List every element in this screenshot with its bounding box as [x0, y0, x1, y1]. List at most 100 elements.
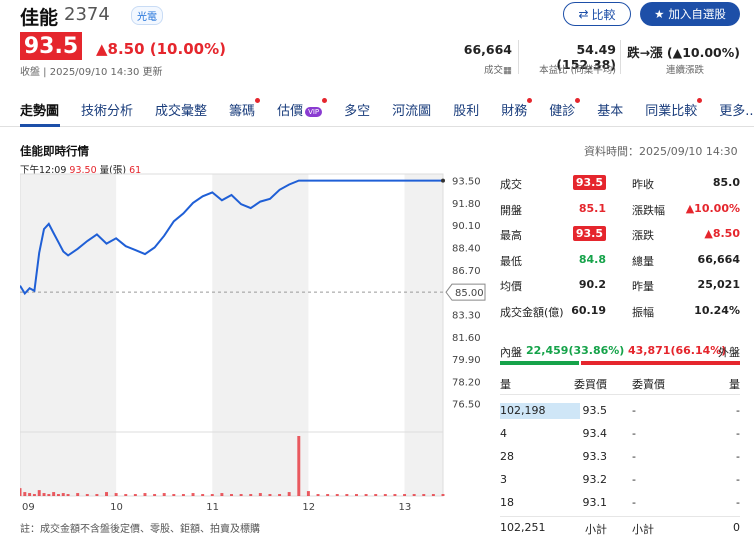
orderbook-cell: 18 — [500, 496, 514, 509]
volume-bar — [412, 494, 416, 496]
volume-bar — [210, 494, 214, 496]
tab-8[interactable]: 財務 — [501, 98, 533, 122]
tab-6[interactable]: 河流圖 — [392, 100, 431, 122]
volume-bar — [42, 493, 46, 496]
volume-bar — [76, 493, 80, 496]
volume-bar — [181, 494, 185, 496]
industry-tag[interactable]: 光電 — [131, 6, 163, 25]
quote-value: 85.1 — [532, 202, 606, 215]
footnote: 註：成交金額不含盤後定價、零股、鉅額、拍賣及標購 — [20, 524, 260, 535]
quote-value: 84.8 — [532, 253, 606, 266]
y-tick-label: 76.50 — [452, 400, 481, 411]
tab-4[interactable]: 估價 VIP — [277, 98, 328, 122]
quote-label: 振幅 — [632, 305, 654, 319]
orderbook-cell: - — [736, 450, 740, 463]
quote-value: ▲8.50 — [672, 227, 740, 240]
quote-label: 均價 — [500, 280, 522, 293]
outer-label: 外盤 — [718, 346, 740, 359]
quote-value-text: 90.2 — [578, 278, 606, 291]
tab-10[interactable]: 基本 — [597, 100, 623, 122]
orderbook-cell: 93.3 — [582, 450, 608, 463]
volume-bar — [220, 493, 224, 496]
tab-label: 多空 — [344, 104, 371, 119]
orderbook-cell: 93.4 — [582, 427, 608, 440]
volume-bar — [345, 494, 349, 496]
volume-bar — [133, 494, 137, 496]
tab-label: 健診 — [549, 104, 576, 119]
quote-label: 漲跌幅 — [632, 203, 665, 217]
last-price-point — [441, 178, 445, 183]
quote-label: 總量 — [632, 254, 654, 268]
tab-3[interactable]: 籌碼 — [229, 98, 261, 122]
outer-value: 43,871(66.14%) — [628, 344, 727, 357]
quote-value-text: ▲10.00% — [685, 201, 740, 215]
quote-value: ▲10.00% — [672, 202, 740, 215]
tab-0[interactable]: 走勢圖 — [20, 100, 59, 122]
notification-dot — [575, 98, 581, 103]
y-tick-label: 91.80 — [452, 199, 481, 210]
tab-label: 股利 — [453, 104, 480, 119]
volume-bar — [124, 494, 128, 496]
tab-label: 成交彙整 — [155, 104, 208, 119]
volume-bar — [230, 494, 233, 496]
orderbook-cell: 3 — [500, 473, 507, 486]
tab-label: 更多... — [719, 104, 754, 119]
volume-bar — [114, 493, 118, 496]
volume-bar — [393, 494, 397, 496]
tab-label: 估價 — [277, 104, 304, 119]
orderbook-cell: 93.1 — [582, 496, 608, 509]
orderbook-header: 量 — [500, 378, 511, 391]
tab-9[interactable]: 健診 — [549, 98, 581, 122]
tab-12[interactable]: 更多... — [719, 100, 754, 122]
intraday-chart[interactable]: 93.50 91.80 90.10 88.40 86.70 83.30 81.60 79.90… — [20, 170, 490, 520]
orderbook-cell: - — [736, 404, 740, 417]
quote-value-text: 85.1 — [578, 201, 606, 215]
quote-label: 最低 — [500, 254, 522, 268]
volume-bar — [37, 490, 41, 496]
orderbook-cell: 28 — [500, 450, 514, 463]
volume-bar — [201, 494, 205, 496]
volume-bar — [335, 494, 339, 496]
notification-dot — [255, 98, 261, 103]
price-change: ▲8.50 (10.00%) — [96, 40, 226, 58]
tab-bar: 走勢圖 技術分析 成交彙整 籌碼 估價 VIP 多空 河流圖 股利 財務 健診 基本 同業比較 更多... — [20, 98, 754, 122]
tab-7[interactable]: 股利 — [453, 100, 479, 122]
tab-1[interactable]: 技術分析 — [81, 100, 133, 122]
quote-value: 90.2 — [532, 278, 606, 291]
compare-button[interactable]: ⇄ 比較 — [563, 2, 631, 26]
orderbook-cell: 93.2 — [582, 473, 608, 486]
stat-volume-value: 66,664 — [463, 42, 512, 57]
volume-bar — [316, 494, 320, 496]
volume-bar — [268, 494, 272, 496]
tab-2[interactable]: 成交彙整 — [155, 100, 207, 122]
tab-divider — [0, 126, 754, 127]
quote-value-text: 93.5 — [572, 175, 606, 190]
x-tick-label: 12 — [302, 502, 315, 513]
quote-value-text: 60.19 — [571, 303, 606, 317]
add-watchlist-button[interactable]: ★ 加入自選股 — [640, 2, 740, 26]
y-tick-label: 93.50 — [452, 177, 481, 188]
volume-bar — [239, 494, 243, 496]
hour-shade — [404, 174, 443, 496]
inner-volume-bar — [500, 361, 579, 365]
volume-bar — [287, 492, 291, 496]
x-tick-label: 11 — [206, 502, 219, 513]
tab-label: 籌碼 — [229, 104, 256, 119]
x-tick-label: 10 — [110, 502, 123, 513]
tab-5[interactable]: 多空 — [344, 100, 370, 122]
watchlist-label: 加入自選股 — [668, 7, 726, 21]
y-tick-label: 83.30 — [452, 310, 481, 321]
orderbook-cell: - — [736, 427, 740, 440]
vip-badge: VIP — [305, 106, 323, 117]
tab-11[interactable]: 同業比較 — [645, 98, 703, 122]
quote-value-text: 66,664 — [697, 252, 740, 266]
x-tick-label: 13 — [399, 502, 412, 513]
stat-pe-label: 本益比 (同業平均) — [539, 65, 616, 76]
stock-code: 2374 — [64, 4, 110, 25]
section-title: 佳能即時行情 — [20, 144, 89, 158]
y-tick-label: 86.70 — [452, 266, 481, 277]
volume-bar — [191, 493, 195, 496]
divider — [620, 40, 621, 74]
orderbook-cell: - — [736, 496, 740, 509]
volume-bar — [162, 493, 166, 496]
